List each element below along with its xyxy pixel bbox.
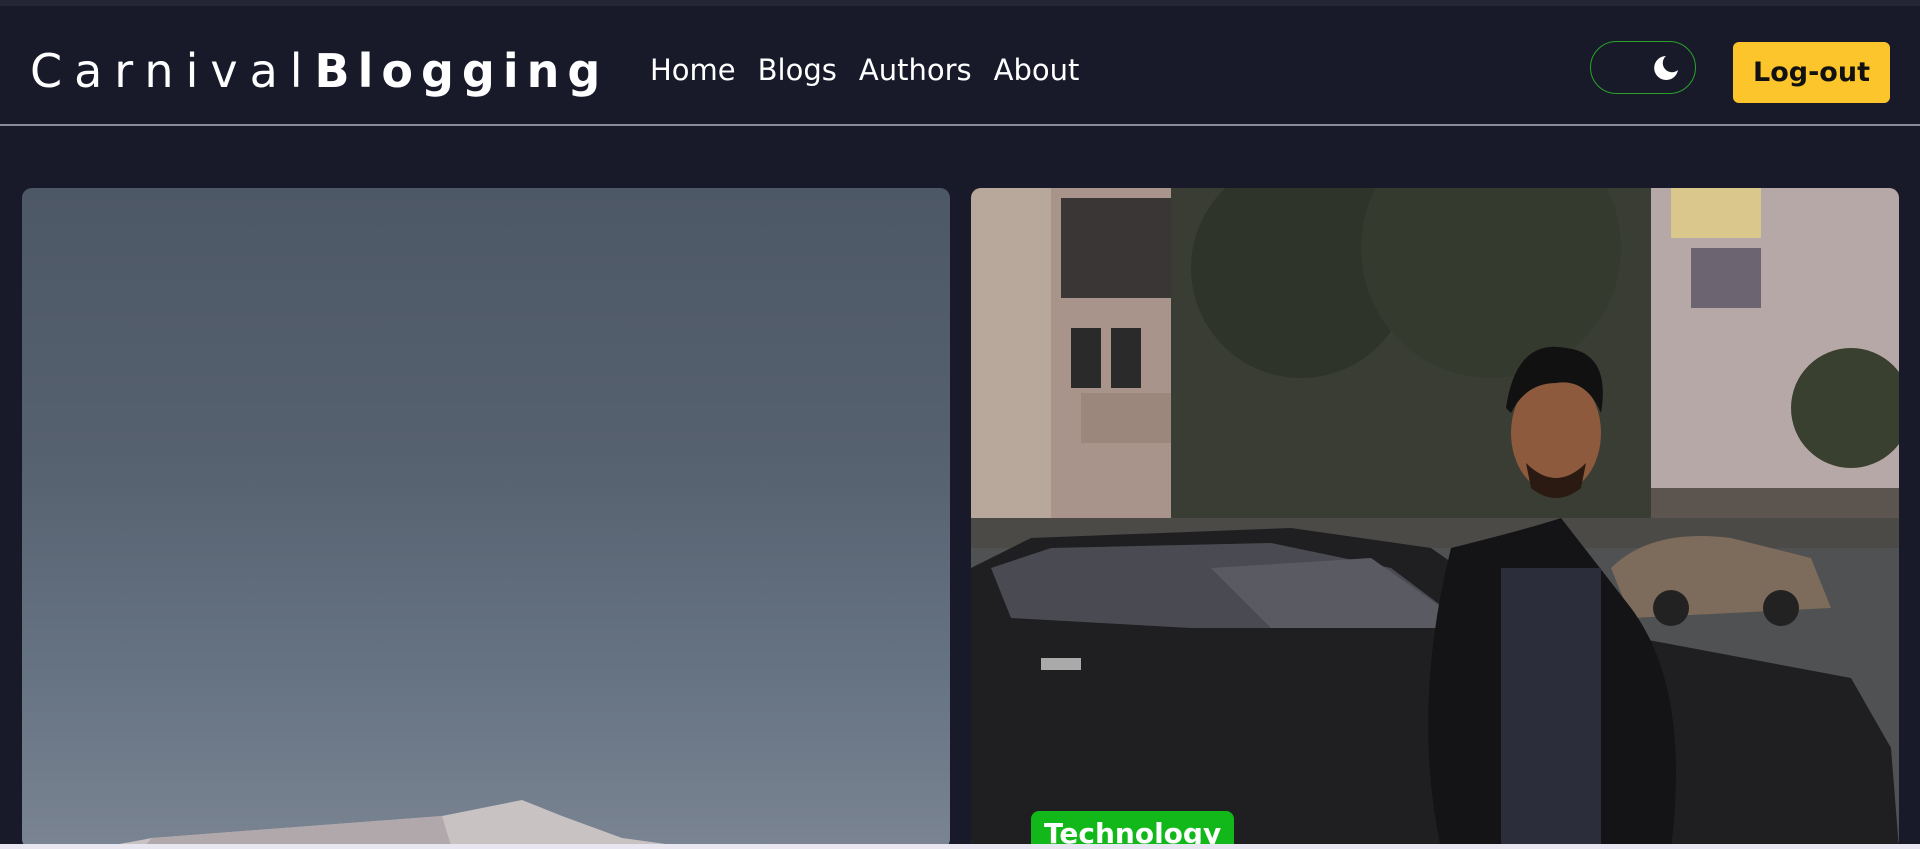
bottom-edge: [0, 844, 1920, 849]
logo-part-2: Blogging: [314, 44, 609, 98]
post-card[interactable]: [22, 188, 950, 849]
tent-under-sky-photo: [92, 800, 702, 849]
man-beside-car-photo: [971, 188, 1899, 849]
nav-blogs-link[interactable]: Blogs: [758, 50, 837, 90]
site-header: CarnivalBlogging Home Blogs Authors Abou…: [0, 6, 1920, 126]
main-nav: Home Blogs Authors About: [650, 50, 1079, 90]
nav-home-link[interactable]: Home: [650, 50, 736, 90]
logo-part-1: Carnival: [30, 44, 315, 98]
post-card[interactable]: Technology: [971, 188, 1899, 849]
logout-button[interactable]: Log-out: [1733, 42, 1890, 103]
theme-toggle[interactable]: [1590, 41, 1696, 94]
site-logo[interactable]: CarnivalBlogging: [30, 42, 608, 100]
moon-icon: [1654, 56, 1678, 80]
nav-about-link[interactable]: About: [994, 50, 1080, 90]
nav-authors-link[interactable]: Authors: [859, 50, 972, 90]
